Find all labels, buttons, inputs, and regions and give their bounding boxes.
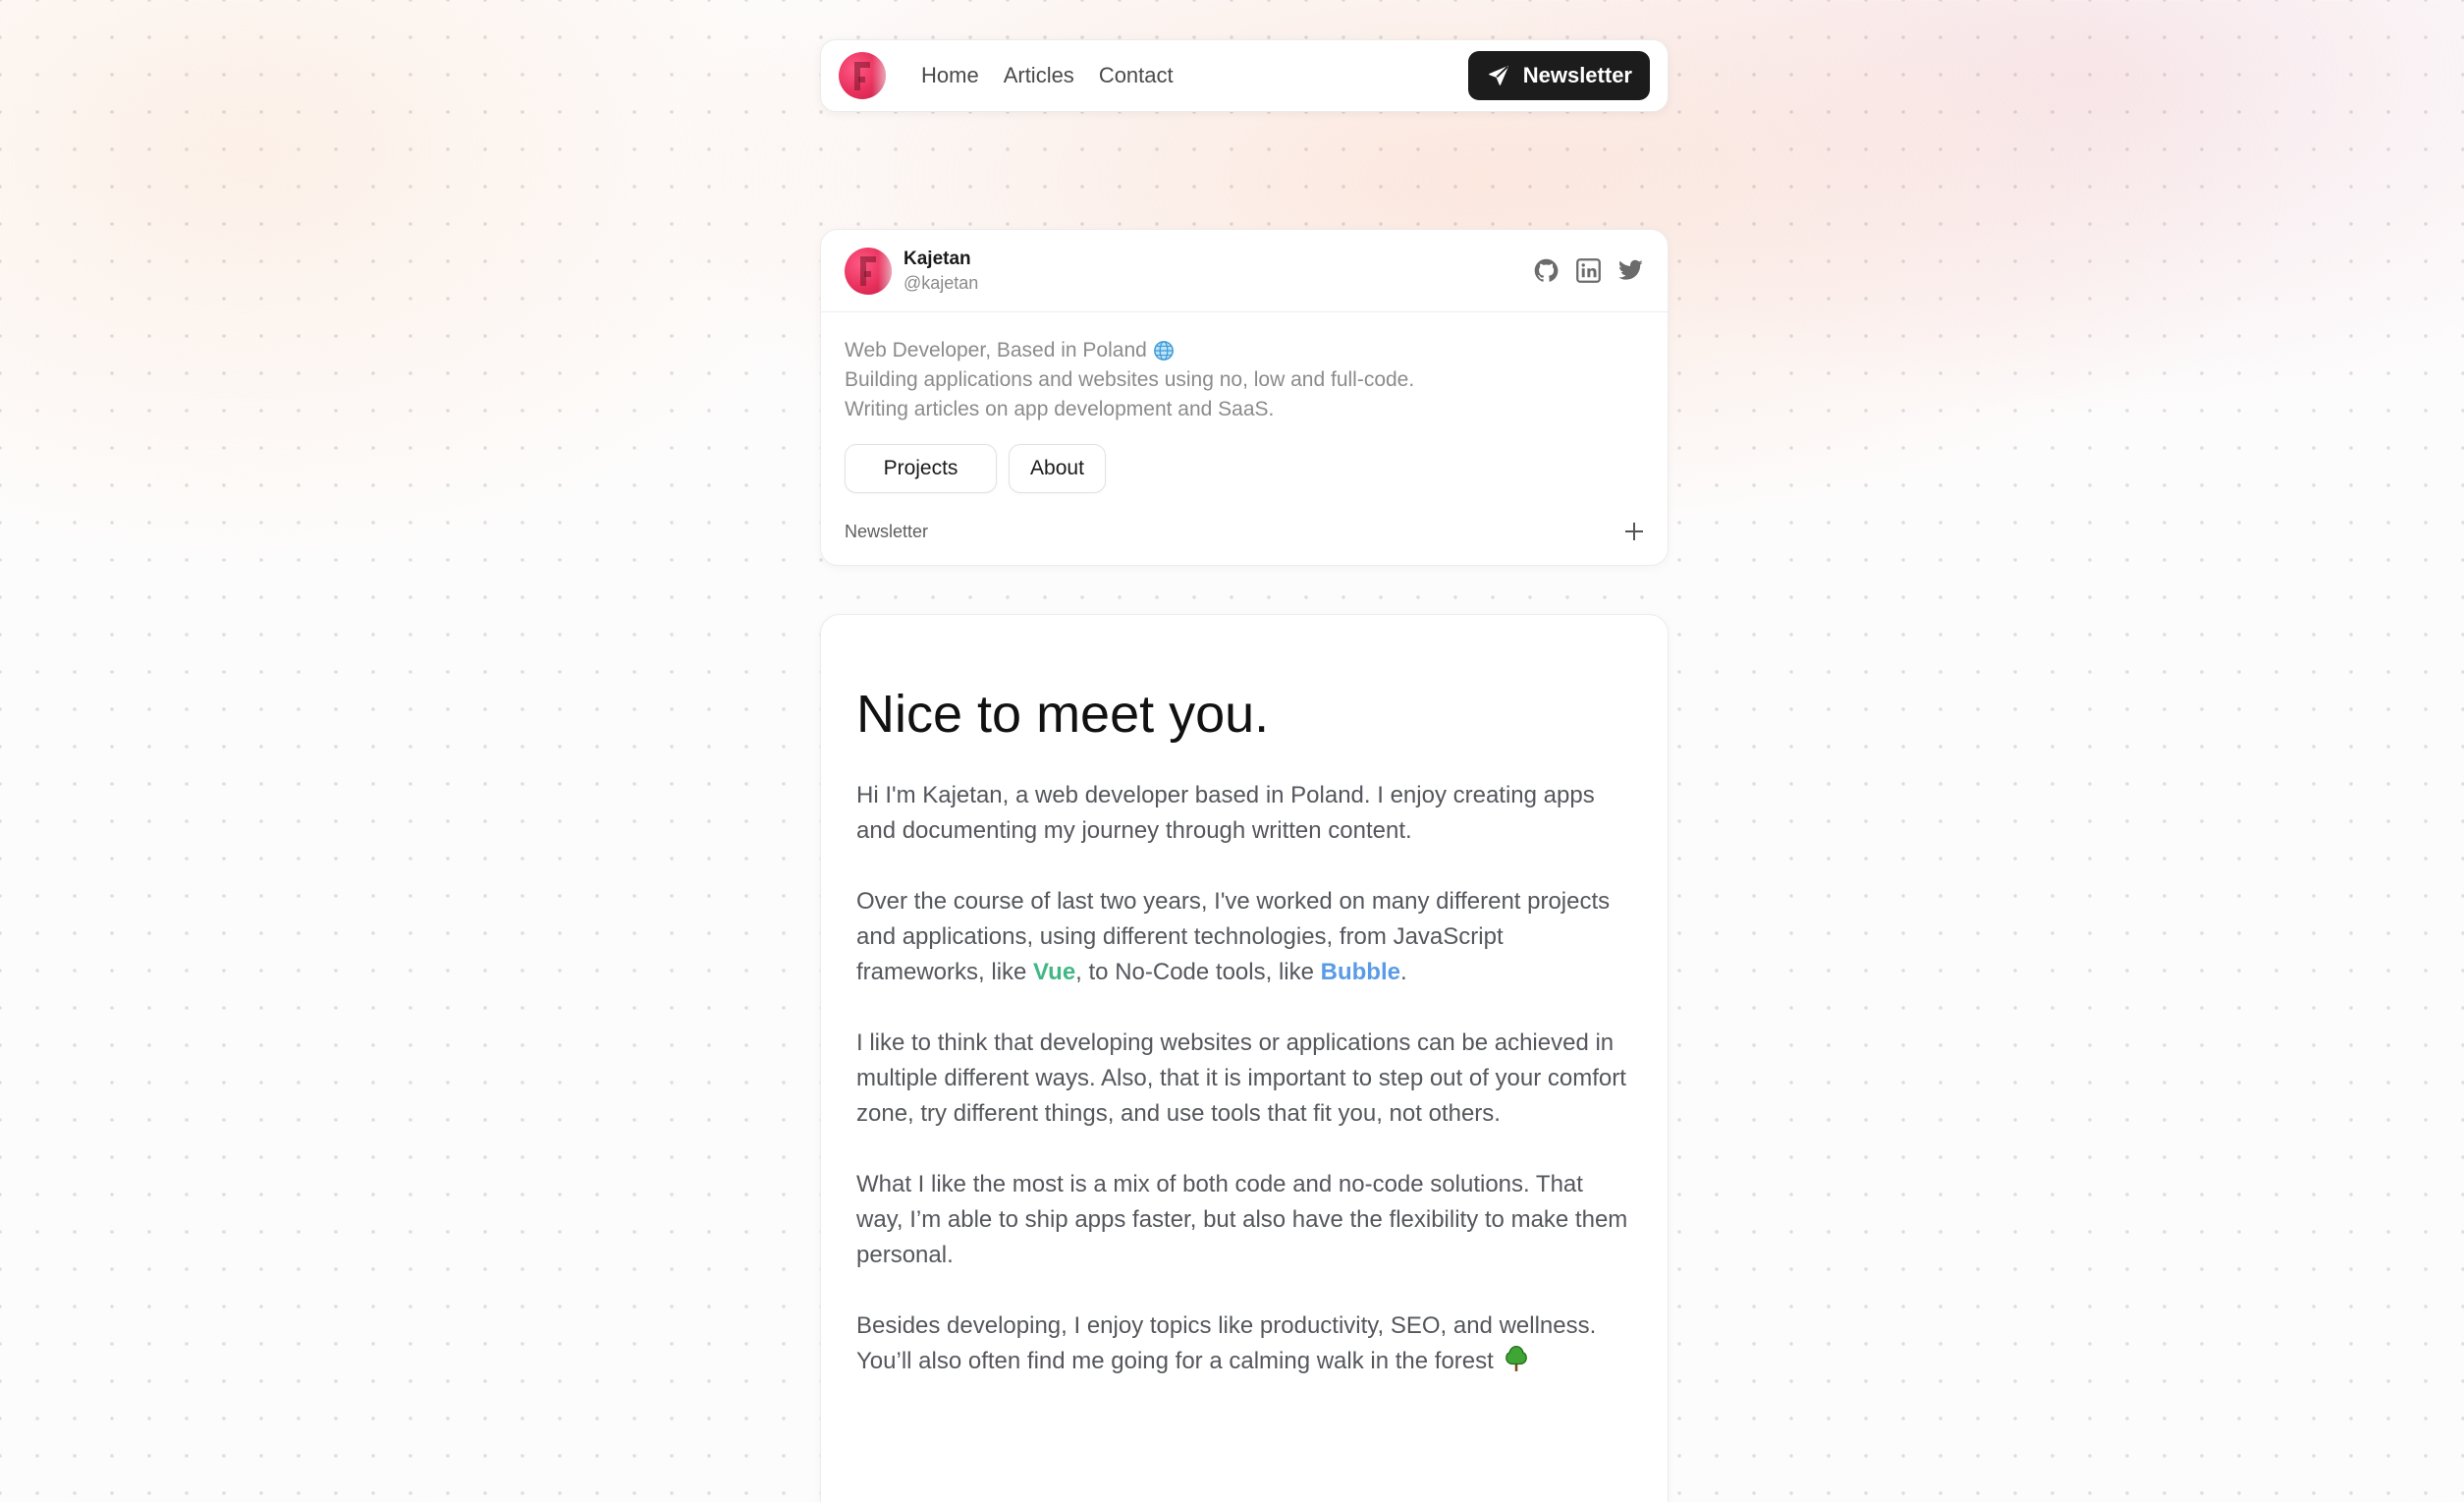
tree-icon [1506,1345,1528,1371]
projects-button[interactable]: Projects [845,444,997,493]
nav-links: Home Articles Contact [921,63,1174,88]
nav-link-articles[interactable]: Articles [1004,63,1074,88]
nav-avatar[interactable] [839,52,886,99]
vue-link[interactable]: Vue [1033,959,1075,985]
newsletter-accordion[interactable]: Newsletter [845,515,1644,548]
profile-buttons: Projects About [845,444,1644,493]
newsletter-button-label: Newsletter [1522,63,1632,87]
bio-line-building: Building applications and websites using… [845,368,1415,391]
article-paragraph-1: Hi I'm Kajetan, a web developer based in… [856,782,1595,844]
bio-line-writing: Writing articles on app development and … [845,398,1275,420]
top-navbar: Home Articles Contact Newsletter [820,39,1669,112]
about-button[interactable]: About [1009,444,1106,493]
profile-handle: @kajetan [903,272,979,293]
globe-icon [1153,341,1174,362]
profile-names: Kajetan @kajetan [903,248,978,295]
newsletter-button[interactable]: Newsletter [1467,51,1650,100]
send-icon [1488,66,1508,85]
bubble-link[interactable]: Bubble [1321,959,1400,985]
nav-link-contact[interactable]: Contact [1099,63,1174,88]
bio-line-location: Web Developer, Based in Poland [845,336,1644,365]
twitter-icon[interactable] [1617,257,1644,284]
about-article: Nice to meet you. Hi I'm Kajetan, a web … [820,614,1669,1502]
social-links [1533,257,1644,284]
article-paragraph-5: Besides developing, I enjoy topics like … [856,1312,1597,1374]
profile-header: Kajetan @kajetan [821,230,1668,312]
profile-body: Web Developer, Based in Poland Building … [821,312,1668,548]
github-icon[interactable] [1533,257,1560,284]
linkedin-icon[interactable] [1575,257,1602,284]
profile-name: Kajetan [903,248,971,269]
article-paragraph-4: What I like the most is a mix of both co… [856,1171,1628,1268]
profile-avatar [845,247,892,295]
article-paragraph-2: Over the course of last two years, I've … [856,888,1611,985]
newsletter-accordion-label: Newsletter [845,521,929,541]
nav-link-home[interactable]: Home [921,63,979,88]
profile-card: Kajetan @kajetan Web Developer, Based in… [820,229,1669,566]
article-paragraph-3: I like to think that developing websites… [856,1029,1626,1127]
article-title: Nice to meet you. [856,685,1270,744]
plus-icon[interactable] [1624,522,1644,541]
